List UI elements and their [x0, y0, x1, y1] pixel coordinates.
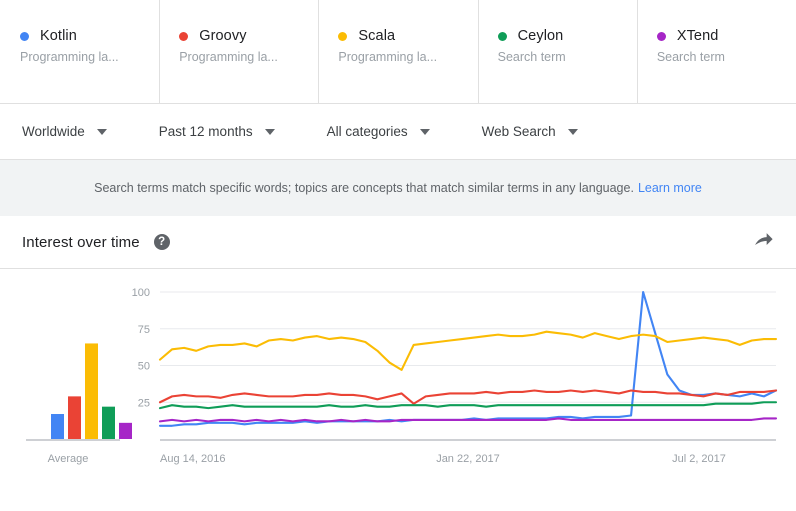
interest-over-time-chart[interactable]: 25 50 75 100 Aug 14, 2016 Jan 22, 2017 Jul 2, … [0, 269, 796, 511]
filter-location[interactable]: Worldwide [22, 124, 107, 139]
legend-card-scala[interactable]: Scala Programming la... [318, 0, 477, 103]
legend-subtitle: Programming la... [179, 50, 318, 64]
average-bar-scala[interactable] [85, 343, 98, 439]
notice-text: Search terms match specific words; topic… [94, 181, 634, 195]
filter-bar: Worldwide Past 12 months All categories … [0, 104, 796, 160]
page-title: Interest over time [22, 234, 140, 251]
average-bar-kotlin[interactable] [51, 414, 64, 439]
series-line-ceylon[interactable] [160, 402, 776, 408]
legend-top: Groovy [179, 28, 318, 44]
filter-time-range[interactable]: Past 12 months [159, 124, 275, 139]
legend-subtitle: Programming la... [338, 50, 477, 64]
legend-top: XTend [657, 28, 796, 44]
filter-category[interactable]: All categories [327, 124, 430, 139]
chevron-down-icon [568, 129, 578, 135]
filter-search-type[interactable]: Web Search [482, 124, 578, 139]
y-axis-tick-label: 75 [138, 324, 150, 336]
legend-top: Scala [338, 28, 477, 44]
legend-dot-ceylon [498, 32, 507, 41]
legend-subtitle: Search term [498, 50, 637, 64]
notice-banner: Search terms match specific words; topic… [0, 160, 796, 216]
chevron-down-icon [97, 129, 107, 135]
learn-more-link[interactable]: Learn more [638, 181, 702, 195]
share-icon[interactable] [752, 229, 774, 256]
legend-term: Kotlin [40, 28, 77, 44]
x-axis-tick-label: Aug 14, 2016 [160, 453, 225, 465]
legend-subtitle: Search term [657, 50, 796, 64]
legend-dot-groovy [179, 32, 188, 41]
filter-location-label: Worldwide [22, 124, 85, 139]
legend-term: Ceylon [518, 28, 564, 44]
interest-over-time-header: Interest over time ? [0, 216, 796, 269]
filter-time-range-label: Past 12 months [159, 124, 253, 139]
legend-subtitle: Programming la... [20, 50, 159, 64]
legend-top: Kotlin [20, 28, 159, 44]
average-bar-xtend[interactable] [119, 423, 132, 439]
average-bar-ceylon[interactable] [102, 407, 115, 439]
average-label: Average [48, 453, 89, 465]
y-axis-tick-label: 100 [132, 287, 150, 299]
chevron-down-icon [420, 129, 430, 135]
series-line-scala[interactable] [160, 332, 776, 370]
y-axis-tick-label: 50 [138, 361, 150, 373]
legend-dot-xtend [657, 32, 666, 41]
legend-card-xtend[interactable]: XTend Search term [637, 0, 796, 103]
filter-category-label: All categories [327, 124, 408, 139]
y-axis-tick-label: 25 [138, 397, 150, 409]
legend-card-ceylon[interactable]: Ceylon Search term [478, 0, 637, 103]
x-axis-tick-label: Jul 2, 2017 [672, 453, 726, 465]
series-line-xtend[interactable] [160, 418, 776, 421]
chart-area: 25 50 75 100 Aug 14, 2016 Jan 22, 2017 Jul 2, … [0, 269, 796, 511]
legend-term: Groovy [199, 28, 246, 44]
legend-term: XTend [677, 28, 719, 44]
legend-top: Ceylon [498, 28, 637, 44]
filter-search-type-label: Web Search [482, 124, 556, 139]
chevron-down-icon [265, 129, 275, 135]
average-bar-groovy[interactable] [68, 396, 81, 439]
legend-dot-kotlin [20, 32, 29, 41]
legend-row: Kotlin Programming la... Groovy Programm… [0, 0, 796, 104]
legend-term: Scala [358, 28, 395, 44]
legend-card-groovy[interactable]: Groovy Programming la... [159, 0, 318, 103]
legend-card-kotlin[interactable]: Kotlin Programming la... [0, 0, 159, 103]
help-icon[interactable]: ? [154, 234, 170, 250]
x-axis-tick-label: Jan 22, 2017 [436, 453, 500, 465]
legend-dot-scala [338, 32, 347, 41]
